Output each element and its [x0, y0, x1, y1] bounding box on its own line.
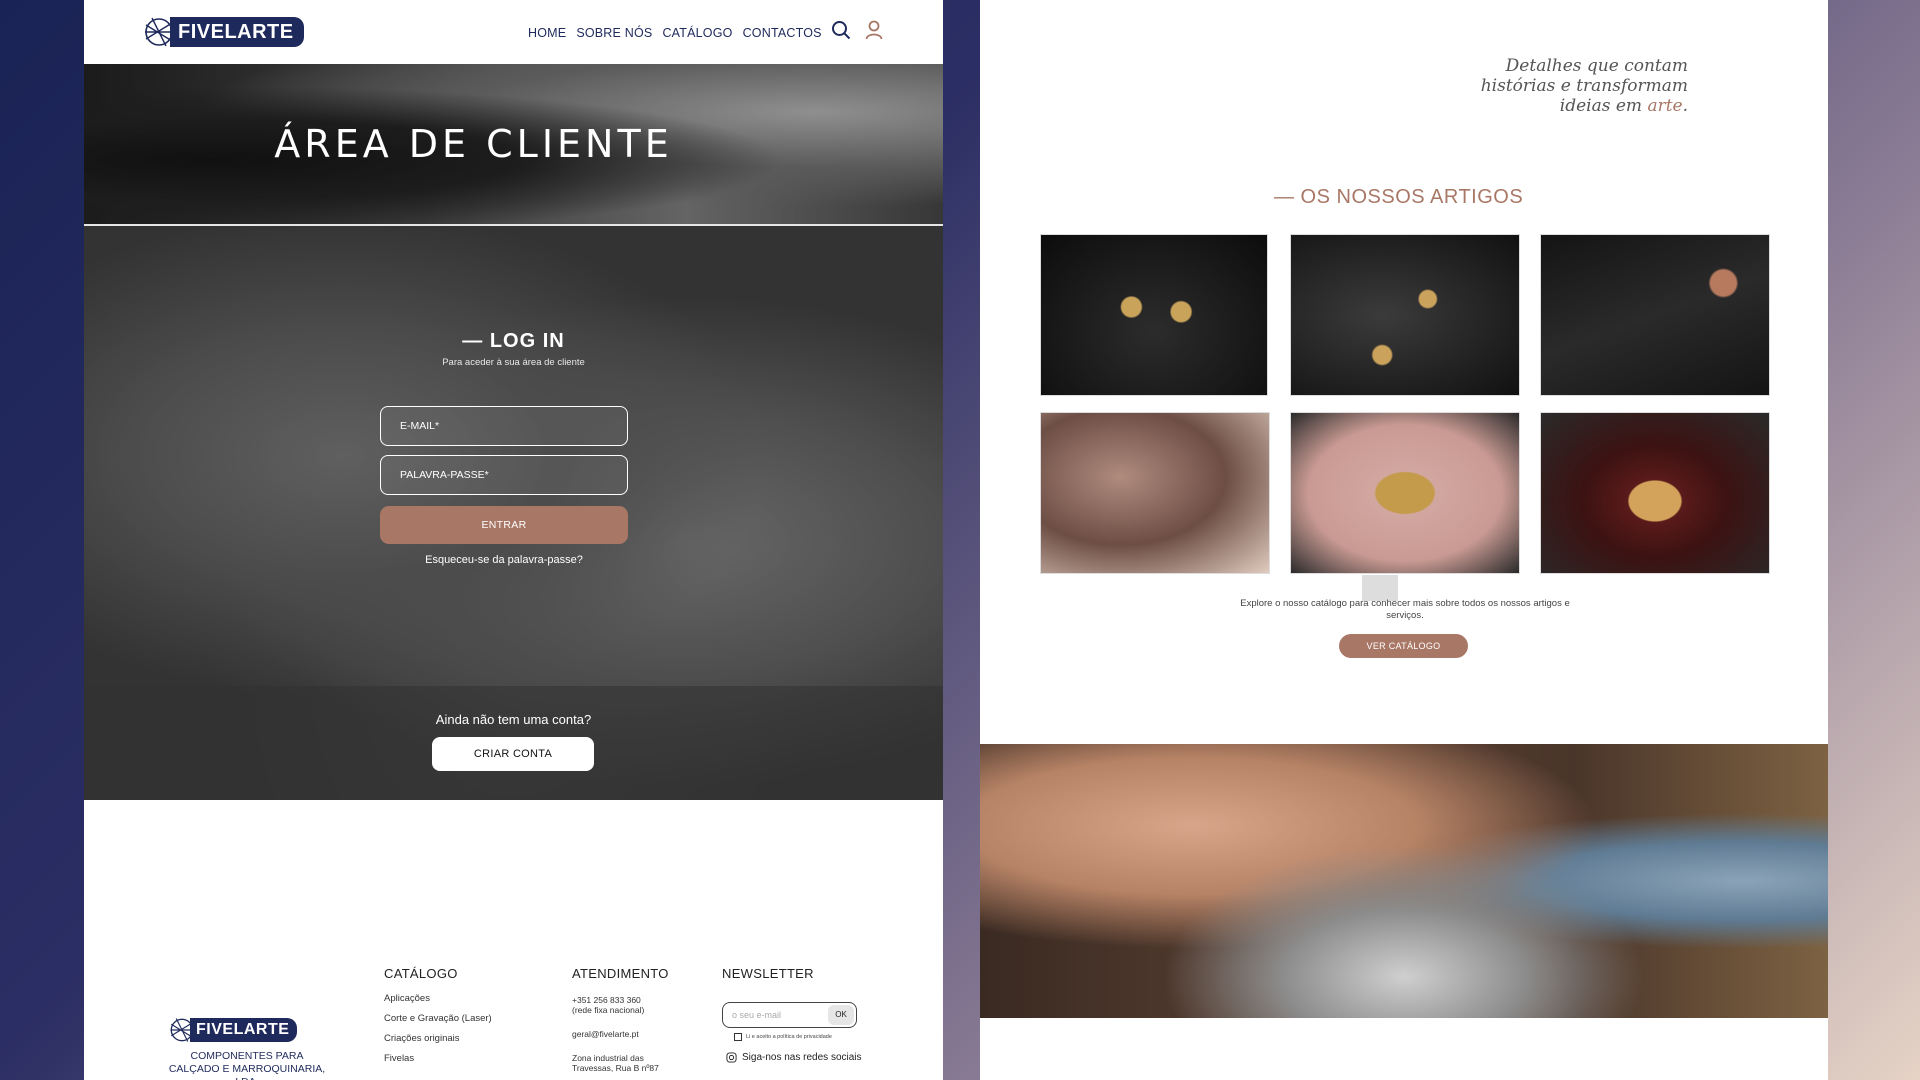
site-footer: FIVELARTE COMPONENTES PARA CALÇADO E MAR… — [84, 800, 943, 1080]
article-image-straps[interactable] — [1540, 234, 1770, 396]
article-image-pink-heel[interactable] — [1290, 412, 1520, 574]
hero-quote: Detalhes que contam histórias e transfor… — [1400, 56, 1688, 116]
page-title: ÁREA DE CLIENTE — [274, 122, 673, 166]
newsletter-email-input[interactable]: o seu e-mail OK — [722, 1002, 857, 1028]
footer-newsletter-column: NEWSLETTER — [722, 966, 814, 981]
logo-mark-icon — [145, 17, 173, 47]
header-actions — [831, 20, 883, 40]
footer-link-corte-gravacao[interactable]: Corte e Gravação (Laser) — [384, 1013, 492, 1024]
footer-service-column: ATENDIMENTO +351 256 833 360 (rede fixa … — [572, 966, 669, 1073]
nav-contactos[interactable]: CONTACTOS — [743, 26, 822, 40]
article-image-buckles[interactable] — [1040, 234, 1268, 396]
footer-catalog-heading: CATÁLOGO — [384, 966, 458, 981]
footer-link-aplicacoes[interactable]: Aplicações — [384, 993, 492, 1004]
quote-line-3: ideias em arte. — [1400, 96, 1688, 116]
footer-link-fivelas[interactable]: Fivelas — [384, 1053, 492, 1064]
footer-phone[interactable]: +351 256 833 360 — [572, 995, 669, 1005]
nav-sobre-nos[interactable]: SOBRE NÓS — [576, 26, 652, 40]
no-account-question: Ainda não tem uma conta? — [435, 712, 592, 727]
footer-link-criacoes[interactable]: Criações originais — [384, 1033, 492, 1044]
main-nav: HOME SOBRE NÓS CATÁLOGO CONTACTOS — [528, 26, 822, 40]
search-icon[interactable] — [831, 20, 851, 40]
craftsmanship-image — [980, 744, 1828, 1018]
newsletter-ok-button[interactable]: OK — [828, 1005, 854, 1025]
client-area-page: FIVELARTE HOME SOBRE NÓS CATÁLOGO CONTAC… — [84, 0, 943, 1080]
footer-logo[interactable]: FIVELARTE — [168, 1016, 298, 1044]
brand-name: FIVELARTE — [170, 17, 304, 47]
instagram-icon — [726, 1052, 737, 1063]
explore-text: Explore o nosso catálogo para conhecer m… — [1240, 598, 1570, 621]
quote-line-1: Detalhes que contam — [1505, 56, 1688, 76]
privacy-label: Li e aceito a política de privacidade — [746, 1034, 832, 1040]
social-link[interactable]: Siga-nos nas redes sociais — [726, 1052, 862, 1063]
social-label: Siga-nos nas redes sociais — [742, 1052, 862, 1063]
email-field[interactable]: E-MAIL* — [380, 406, 628, 446]
page-banner: ÁREA DE CLIENTE — [84, 64, 943, 224]
articles-heading: — OS NOSSOS ARTIGOS — [1274, 186, 1524, 208]
footer-address-line-2: Travessas, Rua B nº87 — [572, 1063, 659, 1073]
login-submit-button[interactable]: ENTRAR — [380, 506, 628, 544]
view-catalog-button[interactable]: VER CATÁLOGO — [1339, 634, 1468, 658]
forgot-password-link[interactable]: Esqueceu-se da palavra-passe? — [380, 554, 628, 566]
nav-catalogo[interactable]: CATÁLOGO — [662, 26, 732, 40]
footer-phone-note: (rede fixa nacional) — [572, 1005, 645, 1015]
privacy-consent: Li e aceito a política de privacidade — [734, 1033, 832, 1041]
login-section: — LOG IN Para aceder à sua área de clien… — [84, 226, 943, 800]
create-account-button[interactable]: CRIAR CONTA — [432, 737, 594, 771]
privacy-checkbox[interactable] — [734, 1033, 742, 1041]
footer-tagline: COMPONENTES PARA CALÇADO E MARROQUINARIA… — [168, 1050, 326, 1080]
footer-brand-name: FIVELARTE — [190, 1018, 298, 1042]
quote-line-3-start: ideias em — [1559, 96, 1648, 116]
article-image-red-heel[interactable] — [1540, 412, 1770, 574]
footer-catalog-column: CATÁLOGO Aplicações Corte e Gravação (La… — [384, 966, 492, 1073]
quote-line-2: histórias e transformam — [1480, 76, 1688, 96]
footer-address-line-1: Zona industrial das — [572, 1053, 644, 1063]
footer-email[interactable]: geral@fivelarte.pt — [572, 1029, 669, 1039]
login-title: — LOG IN — [462, 330, 565, 352]
article-image-sandal[interactable] — [1040, 412, 1270, 574]
home-page-section: Detalhes que contam histórias e transfor… — [980, 0, 1828, 1080]
site-header: FIVELARTE HOME SOBRE NÓS CATÁLOGO CONTAC… — [84, 0, 943, 64]
login-panel: — LOG IN Para aceder à sua área de clien… — [84, 330, 943, 368]
article-image-keys[interactable] — [1290, 234, 1520, 396]
password-field[interactable]: PALAVRA-PASSE* — [380, 455, 628, 495]
user-icon[interactable] — [865, 20, 883, 40]
password-placeholder: PALAVRA-PASSE* — [400, 469, 489, 481]
nav-home[interactable]: HOME — [528, 26, 566, 40]
email-placeholder: E-MAIL* — [400, 420, 440, 432]
quote-accent-word: arte — [1647, 96, 1683, 116]
quote-line-3-end: . — [1682, 96, 1688, 116]
newsletter-placeholder: o seu e-mail — [732, 1010, 782, 1020]
create-account-band: Ainda não tem uma conta? CRIAR CONTA — [84, 686, 943, 800]
brand-logo[interactable]: FIVELARTE — [142, 15, 304, 49]
footer-newsletter-heading: NEWSLETTER — [722, 966, 814, 981]
login-subtitle: Para aceder à sua área de cliente — [442, 357, 585, 368]
footer-service-heading: ATENDIMENTO — [572, 966, 669, 981]
